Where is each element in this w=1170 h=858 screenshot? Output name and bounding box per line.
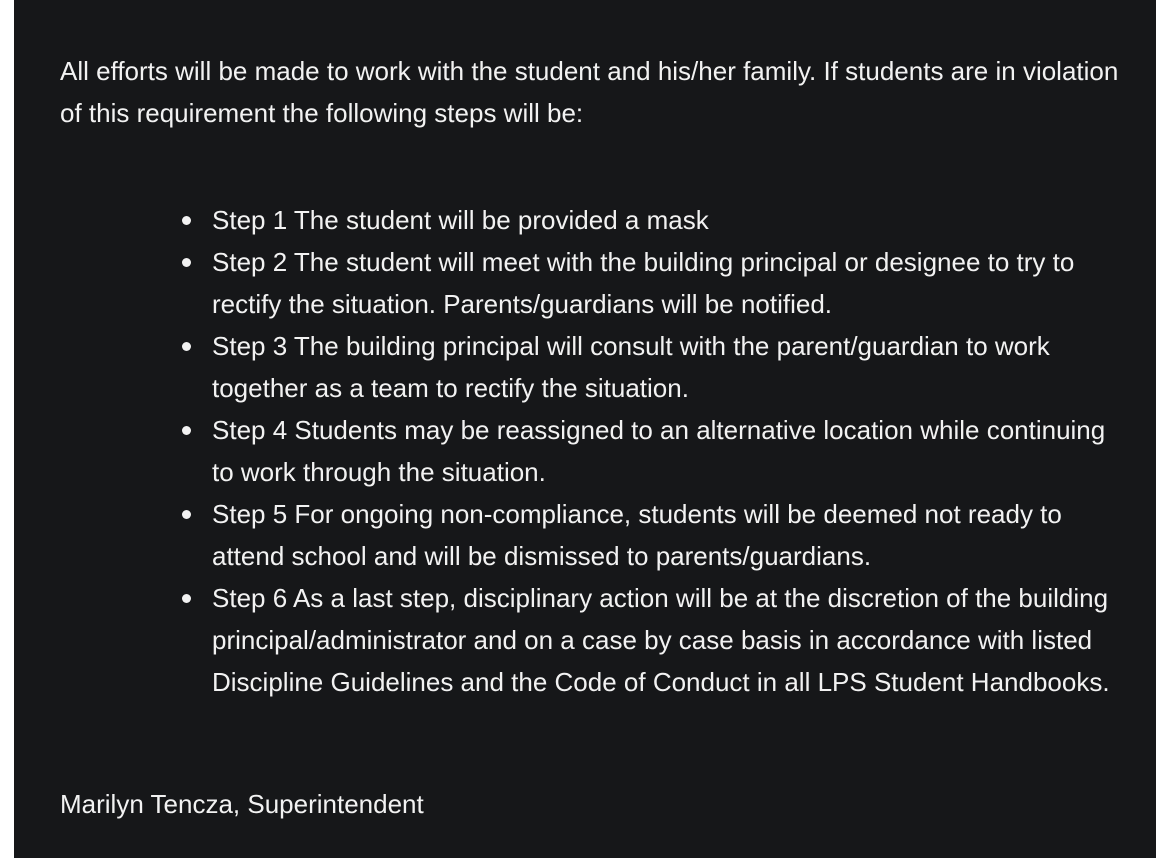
step-text: Step 6 As a last step, disciplinary acti… xyxy=(212,583,1110,697)
bullet-icon xyxy=(182,258,191,267)
bullet-icon xyxy=(182,342,191,351)
step-text: Step 2 The student will meet with the bu… xyxy=(212,247,1075,319)
steps-list: Step 1 The student will be provided a ma… xyxy=(182,199,1112,703)
step-text: Step 1 The student will be provided a ma… xyxy=(212,205,709,235)
list-item: Step 2 The student will meet with the bu… xyxy=(182,241,1112,325)
bullet-icon xyxy=(182,426,191,435)
bullet-icon xyxy=(182,510,191,519)
bullet-icon xyxy=(182,216,191,225)
list-item: Step 3 The building principal will consu… xyxy=(182,325,1112,409)
list-item: Step 5 For ongoing non-compliance, stude… xyxy=(182,493,1112,577)
step-text: Step 4 Students may be reassigned to an … xyxy=(212,415,1106,487)
bullet-icon xyxy=(182,594,191,603)
document-panel: All efforts will be made to work with th… xyxy=(14,0,1156,858)
step-text: Step 5 For ongoing non-compliance, stude… xyxy=(212,499,1062,571)
list-item: Step 1 The student will be provided a ma… xyxy=(182,199,1112,241)
intro-paragraph: All efforts will be made to work with th… xyxy=(60,56,1119,128)
list-item: Step 6 As a last step, disciplinary acti… xyxy=(182,577,1112,703)
signature-line: Marilyn Tencza, Superintendent xyxy=(60,789,424,819)
list-item: Step 4 Students may be reassigned to an … xyxy=(182,409,1112,493)
step-text: Step 3 The building principal will consu… xyxy=(212,331,1050,403)
